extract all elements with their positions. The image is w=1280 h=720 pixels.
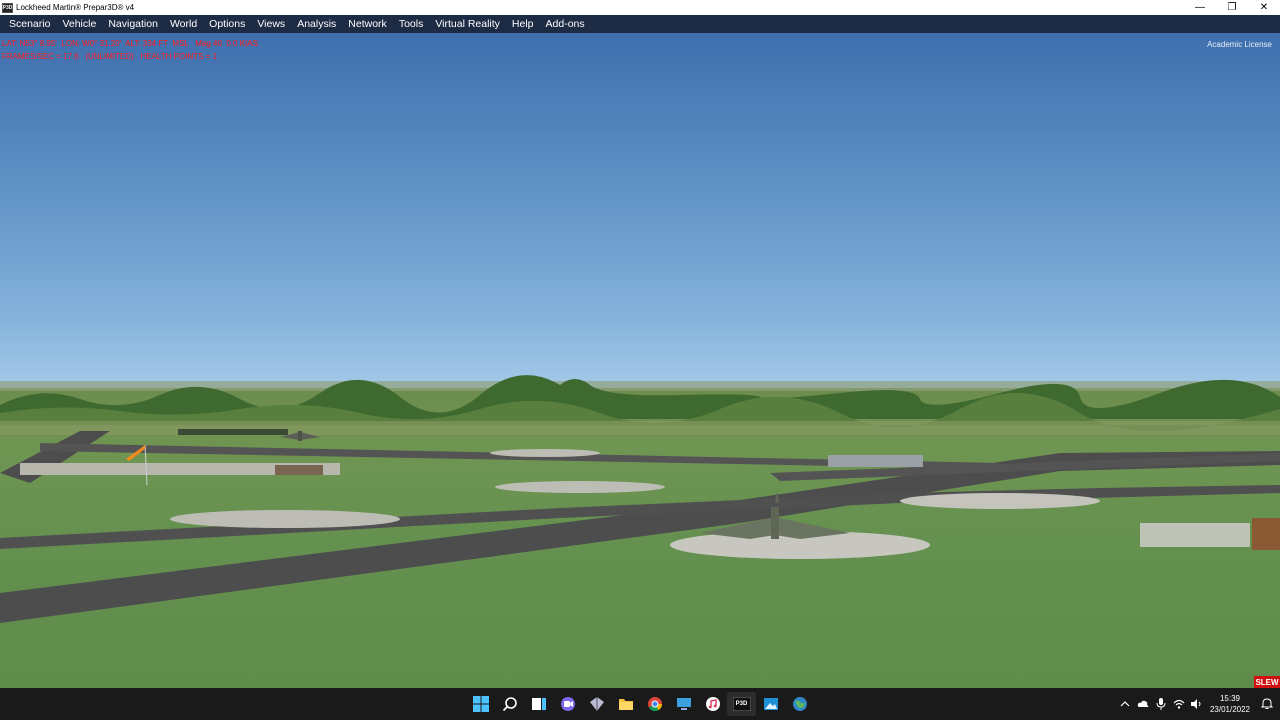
clock[interactable]: 15:39 23/01/2022 — [1206, 693, 1254, 715]
globe-button[interactable] — [785, 692, 814, 716]
menu-network[interactable]: Network — [342, 18, 393, 30]
clock-date: 23/01/2022 — [1209, 705, 1251, 714]
menu-navigation[interactable]: Navigation — [102, 18, 164, 30]
sim-viewport[interactable]: LAT: N53° 8.95' LON: W0° 31.20' ALT: 334… — [0, 33, 1280, 688]
building — [275, 465, 323, 475]
restore-button[interactable]: ❐ — [1216, 0, 1248, 15]
pad — [170, 510, 400, 528]
title-bar: P3D Lockheed Martin® Prepar3D® v4 — ❐ ✕ — [0, 0, 1280, 15]
music-icon — [705, 697, 720, 711]
task-view-icon — [531, 698, 546, 710]
menu-add-ons[interactable]: Add-ons — [540, 18, 591, 30]
globe-icon — [792, 697, 807, 711]
pad — [900, 493, 1100, 509]
prepar3d-icon-label: P3D — [735, 701, 748, 707]
taxiway-left — [0, 431, 110, 483]
photos-button[interactable] — [756, 692, 785, 716]
wifi-icon[interactable] — [1170, 688, 1188, 720]
menu-vehicle[interactable]: Vehicle — [56, 18, 102, 30]
remote-desktop-button[interactable] — [669, 692, 698, 716]
chat-button[interactable] — [553, 692, 582, 716]
menu-help[interactable]: Help — [506, 18, 540, 30]
chat-icon — [560, 697, 575, 711]
taskbar: P3D 15:39 23/01/2022 — [0, 688, 1280, 720]
clock-time: 15:39 — [1219, 694, 1241, 703]
menu-views[interactable]: Views — [251, 18, 291, 30]
notification-icon[interactable] — [1258, 688, 1276, 720]
start-button[interactable] — [466, 692, 495, 716]
chrome-icon — [647, 697, 662, 712]
menu-options[interactable]: Options — [203, 18, 251, 30]
window-title: Lockheed Martin® Prepar3D® v4 — [16, 3, 135, 12]
hud-position-readout: LAT: N53° 8.95' LON: W0° 31.20' ALT: 334… — [2, 39, 258, 48]
music-button[interactable] — [698, 692, 727, 716]
hud-frames-readout: FRAMES/SEC = 17.6 (UNLIMITED) HEALTH POI… — [2, 52, 218, 61]
building — [828, 455, 923, 467]
minimize-button[interactable]: — — [1184, 0, 1216, 15]
remote-desktop-icon — [676, 698, 691, 710]
file-explorer-button[interactable] — [611, 692, 640, 716]
pen-icon — [589, 697, 604, 711]
system-tray: 15:39 23/01/2022 — [1116, 688, 1280, 720]
vulcan-fuselage — [771, 507, 779, 539]
task-view-button[interactable] — [524, 692, 553, 716]
chevron-up-icon[interactable] — [1116, 688, 1134, 720]
scenery — [0, 375, 1280, 623]
building — [1252, 518, 1280, 550]
pad — [1140, 523, 1250, 547]
photos-icon — [763, 698, 778, 710]
microphone-icon[interactable] — [1152, 688, 1170, 720]
prepar3d-button[interactable]: P3D — [727, 692, 756, 716]
pad — [490, 449, 600, 457]
menu-virtual-reality[interactable]: Virtual Reality — [429, 18, 506, 30]
slew-indicator: SLEW — [1254, 676, 1280, 688]
close-button[interactable]: ✕ — [1248, 0, 1280, 15]
menu-world[interactable]: World — [164, 18, 203, 30]
building — [178, 429, 288, 435]
volume-icon[interactable] — [1188, 688, 1206, 720]
start-icon — [472, 696, 489, 712]
menu-scenario[interactable]: Scenario — [3, 18, 56, 30]
menu-analysis[interactable]: Analysis — [291, 18, 342, 30]
search-button[interactable] — [495, 692, 524, 716]
app-icon-text: P3D — [2, 4, 13, 11]
window-controls: — ❐ ✕ — [1184, 0, 1280, 15]
taskbar-pinned: P3D — [466, 692, 814, 716]
license-label: Academic License — [1207, 40, 1272, 49]
file-explorer-icon — [618, 699, 633, 710]
cloud-icon[interactable] — [1134, 688, 1152, 720]
pad — [495, 481, 665, 493]
search-icon — [502, 697, 517, 712]
chrome-button[interactable] — [640, 692, 669, 716]
pen-app-button[interactable] — [582, 692, 611, 716]
menu-bar: Scenario Vehicle Navigation World Option… — [0, 15, 1280, 33]
menu-tools[interactable]: Tools — [393, 18, 430, 30]
app-icon: P3D — [2, 2, 13, 13]
